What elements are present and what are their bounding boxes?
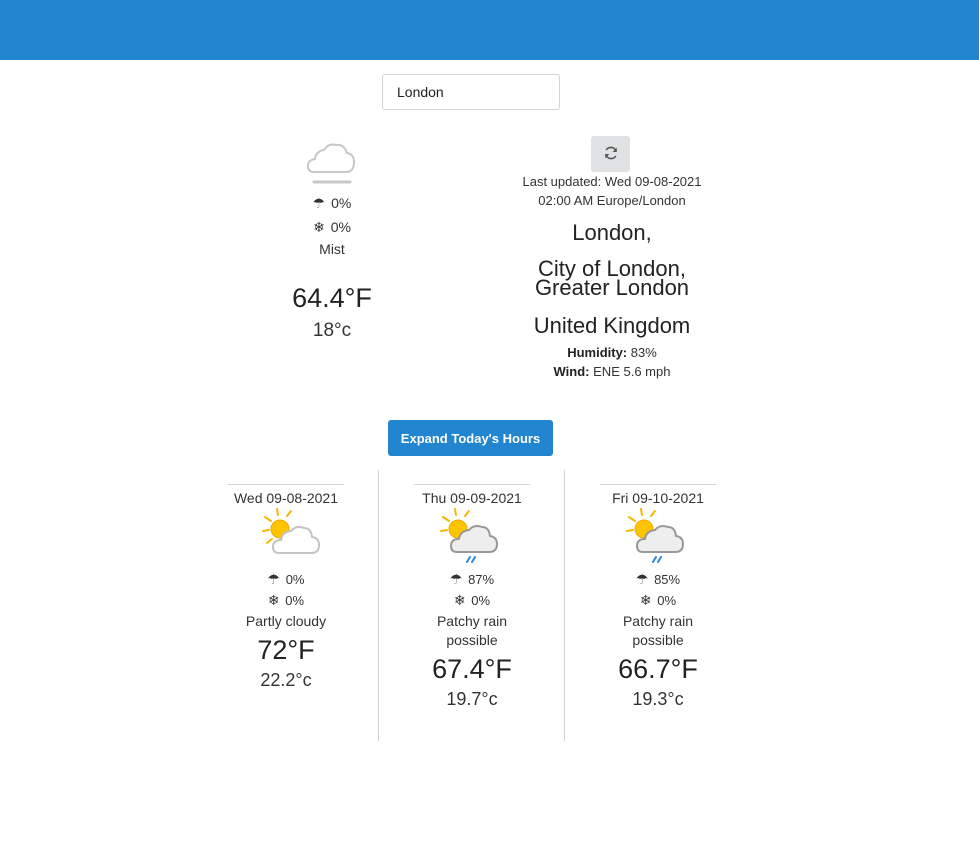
current-condition: Mist [319, 241, 345, 257]
snowflake-icon: ❄ [313, 219, 325, 235]
location-country: United Kingdom [533, 313, 691, 338]
patchy-rain-icon [379, 507, 565, 563]
forecast-snow-chance: ❄ 0% [639, 592, 677, 608]
forecast-temp-c: 22.2°c [260, 670, 312, 690]
current-snow-chance: ❄ 0% [313, 219, 351, 235]
forecast-list: Wed 09-08-2021 ☂ 0% ❄ 0% Partly cloudy 7… [193, 470, 751, 741]
location-search-input[interactable] [382, 74, 560, 110]
current-temp-c: 18°c [312, 320, 352, 341]
refresh-button[interactable] [591, 136, 630, 172]
current-location-details: Last updated: Wed 09-08-2021 02:00 AM Eu… [482, 172, 742, 381]
last-updated-line-2: 02:00 AM Europe/London [538, 193, 686, 208]
forecast-day: Fri 09-10-2021 ☂ 85% ❄ 0% Patchy rain po… [564, 470, 751, 741]
forecast-day: Thu 09-09-2021 ☂ 87% ❄ 0% Patchy rain po… [378, 470, 565, 741]
umbrella-icon: ☂ [267, 571, 281, 587]
location-region-secondary: Greater London [534, 275, 690, 300]
forecast-temp-c: 19.3°c [632, 689, 684, 709]
forecast-snow-chance: ❄ 0% [453, 592, 491, 608]
patchy-rain-icon [565, 507, 751, 563]
snowflake-icon: ❄ [267, 592, 280, 608]
wind-value: ENE 5.6 mph [593, 364, 671, 379]
umbrella-icon: ☂ [635, 571, 649, 587]
forecast-day: Wed 09-08-2021 ☂ 0% ❄ 0% Partly cloudy 7… [193, 470, 379, 741]
forecast-temp-f: 66.7°F [618, 654, 698, 684]
forecast-temp-f: 67.4°F [432, 654, 512, 684]
forecast-condition: Partly cloudy [245, 613, 327, 629]
humidity-value: 83% [630, 345, 657, 360]
humidity-label: Humidity: [567, 345, 628, 360]
humidity-row: Humidity: 83% [482, 343, 742, 362]
forecast-date: Fri 09-10-2021 [600, 484, 716, 507]
current-weather-summary: ☂ 0% ❄ 0% Mist 64.4°F 18°c [232, 136, 432, 342]
forecast-date: Thu 09-09-2021 [414, 484, 530, 507]
wind-label: Wind: [553, 364, 590, 379]
forecast-rain-chance: ☂ 85% [635, 571, 681, 587]
current-rain-chance: ☂ 0% [312, 195, 352, 211]
location-city: London, [572, 220, 652, 245]
partly-cloudy-icon [193, 507, 379, 563]
forecast-rain-chance: ☂ 0% [267, 571, 305, 587]
forecast-snow-chance: ❄ 0% [267, 592, 305, 608]
mist-cloud-icon [232, 136, 432, 188]
forecast-condition: Patchy rain possible [622, 613, 694, 648]
snowflake-icon: ❄ [639, 592, 652, 608]
forecast-temp-f: 72°F [257, 635, 315, 665]
umbrella-icon: ☂ [449, 571, 463, 587]
wind-row: Wind: ENE 5.6 mph [482, 362, 742, 381]
last-updated-line-1: Last updated: Wed 09-08-2021 [522, 174, 702, 189]
forecast-date: Wed 09-08-2021 [228, 484, 344, 507]
snowflake-icon: ❄ [453, 592, 466, 608]
top-header-bar [0, 0, 979, 60]
forecast-rain-chance: ☂ 87% [449, 571, 495, 587]
current-temp-f: 64.4°F [292, 283, 372, 313]
forecast-temp-c: 19.7°c [446, 689, 498, 709]
umbrella-icon: ☂ [312, 195, 326, 211]
forecast-condition: Patchy rain possible [436, 613, 508, 648]
refresh-icon [603, 145, 619, 164]
expand-todays-hours-button[interactable]: Expand Today's Hours [388, 420, 553, 456]
